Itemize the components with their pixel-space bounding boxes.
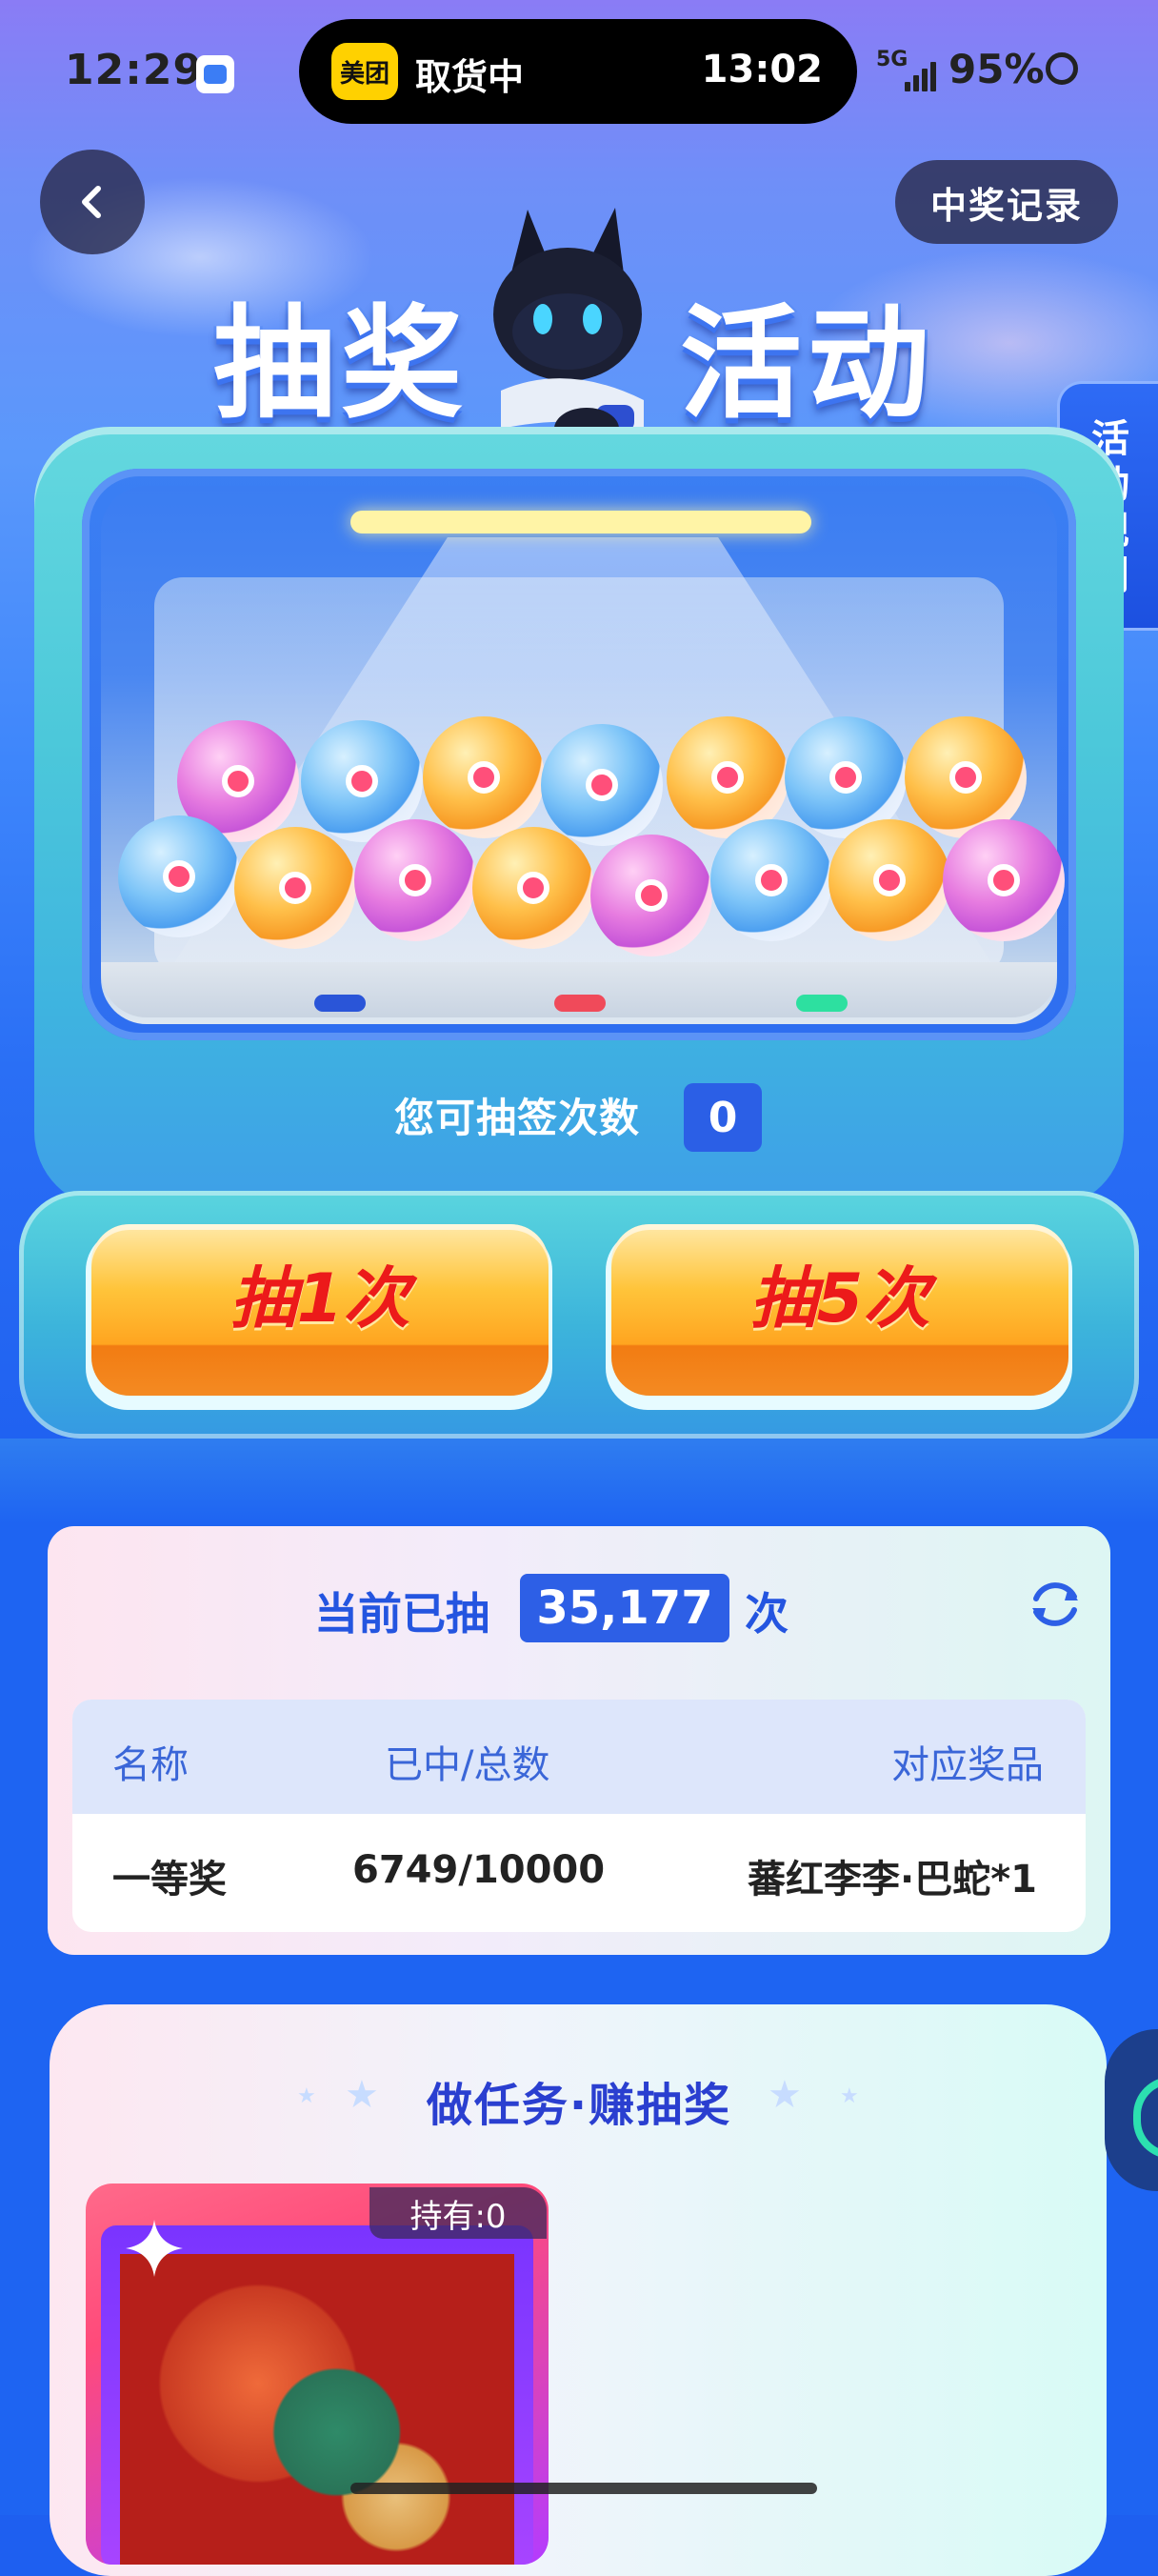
delivery-eta: 13:02 <box>701 48 823 91</box>
sparkle-icon: ★ <box>345 2073 379 2117</box>
capsule-ball <box>829 819 950 941</box>
indicator-light-red <box>554 995 606 1012</box>
capsule-ball <box>472 827 594 949</box>
sparkle-icon: ★ <box>297 2084 316 2108</box>
dynamic-island[interactable]: 美团 取货中 13:02 <box>299 19 857 124</box>
indicator-light-green <box>796 995 848 1012</box>
card-holding-count: 持有:0 <box>369 2187 547 2239</box>
back-button[interactable] <box>40 150 145 254</box>
meituan-logo: 美团 <box>331 43 398 100</box>
chevron-left-icon <box>82 186 101 218</box>
indicator-light-blue <box>314 995 366 1012</box>
task-section-title: 做任务·赚抽奖 <box>426 2079 732 2132</box>
status-bar: 12:29 美团 取货中 13:02 5G 95% <box>0 0 1158 143</box>
sparkle-star-icon <box>126 2220 183 2277</box>
column-progress: 已中/总数 <box>385 1743 550 1787</box>
column-name: 名称 <box>112 1743 189 1787</box>
draw-chances-label: 您可抽签次数 <box>394 1095 641 1141</box>
capsule-ball <box>710 819 832 941</box>
prize-table: 名称 已中/总数 对应奖品 一等奖 6749/10000 蕃红李李·巴蛇*1 <box>72 1700 1086 1932</box>
page-title-left: 抽奖 <box>213 293 469 435</box>
capsule-ball <box>118 815 240 937</box>
capsule-ball <box>354 819 476 941</box>
draw-chances-count: 0 <box>684 1083 762 1152</box>
capsule-ball <box>541 724 663 846</box>
sparkle-icon: ★ <box>840 2084 859 2108</box>
machine-lamp <box>350 511 811 533</box>
status-time: 12:29 <box>65 46 204 94</box>
draw-five-button[interactable]: 抽5次 <box>611 1224 1068 1396</box>
capsule-ball <box>234 827 356 949</box>
column-prize: 对应奖品 <box>891 1743 1044 1787</box>
home-indicator[interactable] <box>350 2483 817 2494</box>
page-title-right: 活动 <box>680 293 936 435</box>
capsule-ball <box>423 716 545 838</box>
prize-progress: 6749/10000 <box>352 1848 606 1892</box>
delivery-status: 取货中 <box>415 56 525 98</box>
draw-once-button[interactable]: 抽1次 <box>91 1224 549 1396</box>
app-notification-icon <box>196 55 234 93</box>
drawn-total-unit: 次 <box>745 1588 789 1640</box>
sparkle-icon: ★ <box>768 2073 802 2117</box>
drawn-total-label: 当前已抽 <box>314 1588 489 1640</box>
network-type: 5G <box>876 48 908 71</box>
refresh-icon[interactable] <box>1025 1574 1086 1635</box>
prize-item: 蕃红李李·巴蛇*1 <box>748 1858 1037 1902</box>
floating-widget-button[interactable] <box>1105 2029 1158 2191</box>
mascot-illustration <box>493 208 644 450</box>
drawn-total-count: 35,177 <box>520 1574 729 1642</box>
prize-table-header: 名称 已中/总数 对应奖品 <box>72 1700 1086 1814</box>
capsule-ball <box>590 835 712 956</box>
section-divider <box>0 1439 1158 1524</box>
prize-tier: 一等奖 <box>112 1858 227 1902</box>
battery-icon <box>1046 52 1078 85</box>
dragon-artwork <box>120 2254 514 2565</box>
capsule-ball <box>943 819 1065 941</box>
battery-level: 95% <box>948 46 1045 92</box>
signal-icon <box>905 59 939 91</box>
winning-records-button[interactable]: 中奖记录 <box>895 160 1118 244</box>
